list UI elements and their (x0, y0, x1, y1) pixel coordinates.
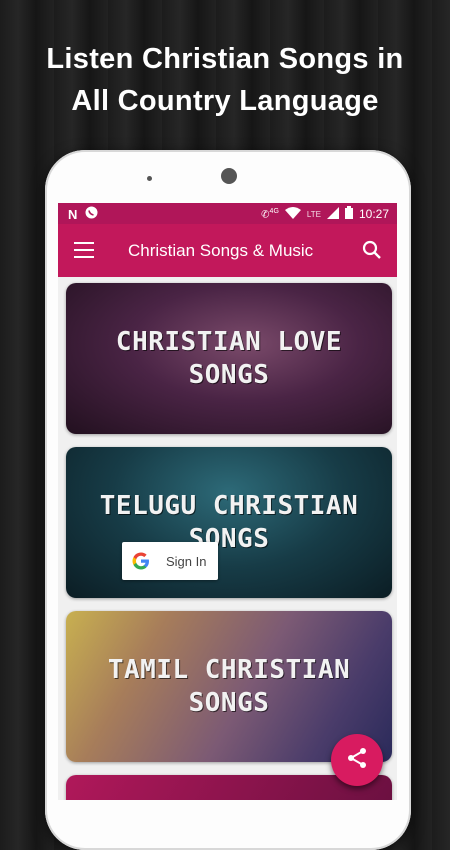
network-badge: 4G (269, 207, 279, 215)
battery-icon (344, 206, 353, 222)
search-icon[interactable] (361, 239, 383, 261)
card-label-line-1: TELUGU CHRISTIAN (99, 490, 359, 521)
clock: 10:27 (358, 207, 389, 221)
lte-label: LTE (306, 209, 321, 219)
signin-label: Sign In (166, 553, 207, 569)
card-label-line-2: SONGS (188, 687, 270, 718)
card-label: CHRISTIAN LOVE SONGS (116, 326, 342, 392)
phone-sensor (147, 176, 152, 181)
call-icon: ✆4G (261, 207, 279, 221)
app-title: Christian Songs & Music (128, 241, 314, 260)
card-christian-love-songs[interactable]: CHRISTIAN LOVE SONGS (66, 283, 392, 434)
google-signin-button[interactable]: Sign In (122, 542, 218, 580)
signal-icon (326, 206, 339, 222)
app-bar: Christian Songs & Music (58, 224, 397, 277)
wifi-icon (284, 206, 301, 222)
card-label-line-1: TAMIL CHRISTIAN (107, 654, 351, 685)
category-list: CHRISTIAN LOVE SONGS TELUGU CHRISTIAN SO… (66, 283, 393, 800)
phone-camera (221, 168, 237, 184)
card-label-line-2: SONGS (188, 359, 270, 390)
whatsapp-icon (85, 206, 98, 222)
google-g-icon (132, 552, 150, 570)
card-telugu-christian-songs[interactable]: TELUGU CHRISTIAN SONGS (66, 447, 392, 598)
hamburger-menu-icon[interactable] (74, 242, 94, 258)
share-icon (345, 746, 369, 775)
share-button[interactable] (331, 734, 383, 786)
promo-headline: Listen Christian Songs in All Country La… (0, 38, 450, 122)
promo-line-2: All Country Language (71, 85, 379, 117)
status-bar: N ✆4G LTE 10:27 (58, 203, 397, 224)
phone-screen: N ✆4G LTE 10:27 Christian Songs & Music (58, 203, 397, 800)
card-label: TAMIL CHRISTIAN SONGS (108, 654, 350, 720)
promo-line-1: Listen Christian Songs in (46, 43, 404, 75)
card-label-line-1: CHRISTIAN LOVE (115, 326, 343, 357)
n-icon: N (68, 206, 78, 222)
